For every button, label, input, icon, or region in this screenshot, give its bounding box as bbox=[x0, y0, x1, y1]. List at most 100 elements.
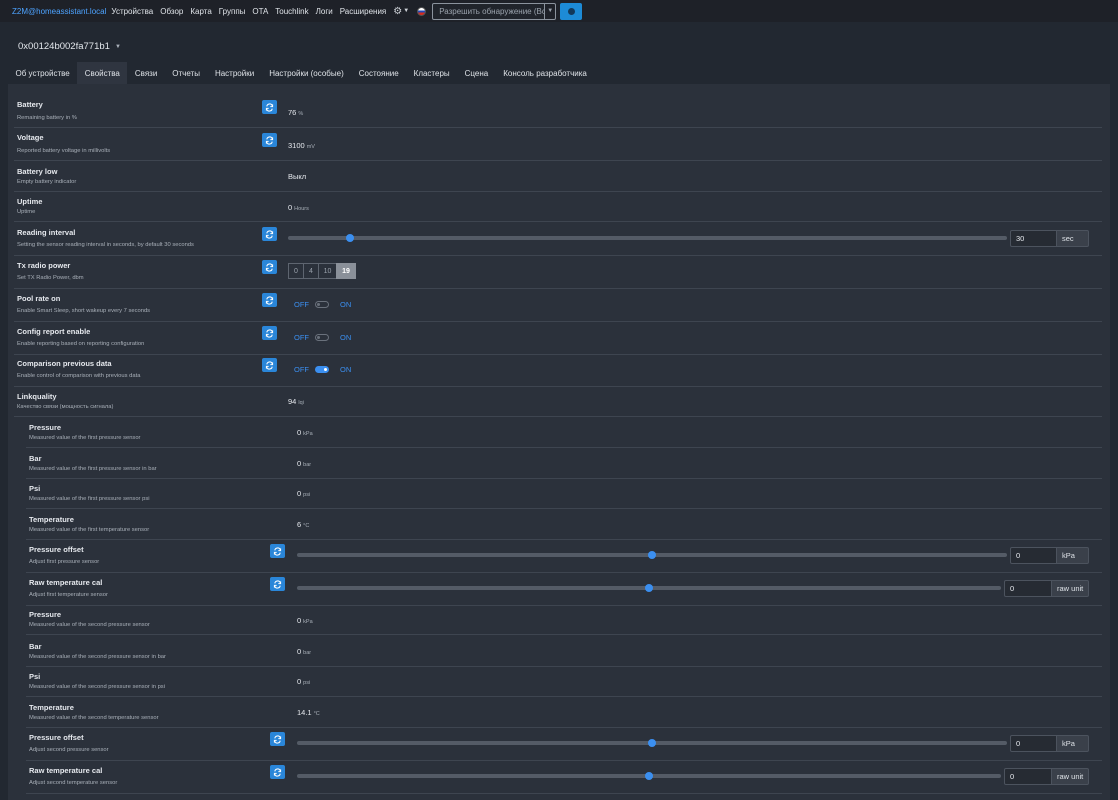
unit-label: sec bbox=[1057, 230, 1089, 247]
tx-power-option[interactable]: 0 bbox=[288, 263, 304, 279]
property-comparison: Comparison previous data Enable control … bbox=[14, 358, 1102, 387]
tx-power-option-selected[interactable]: 19 bbox=[336, 263, 356, 279]
toggle-switch[interactable] bbox=[315, 366, 329, 373]
refresh-button[interactable] bbox=[270, 765, 285, 779]
toggle-on-label[interactable]: ON bbox=[340, 365, 351, 374]
property-pressure-2: Pressure Measured value of the second pr… bbox=[26, 610, 1102, 635]
tab-about[interactable]: Об устройстве bbox=[8, 62, 77, 84]
property-psi-1: Psi Measured value of the first pressure… bbox=[26, 484, 1102, 509]
reading-interval-slider[interactable] bbox=[288, 236, 1007, 240]
property-value: 0 psi bbox=[297, 489, 311, 498]
property-value: Выкл bbox=[288, 172, 307, 181]
nav-logs[interactable]: Логи bbox=[316, 7, 333, 16]
tx-power-option[interactable]: 4 bbox=[303, 263, 319, 279]
toggle-off-label[interactable]: OFF bbox=[294, 300, 309, 309]
permit-join-button[interactable]: Разрешить обнаружение (Все) bbox=[432, 2, 546, 20]
toggle-off-label[interactable]: OFF bbox=[294, 333, 309, 342]
unit-label: raw unit bbox=[1052, 768, 1089, 785]
refresh-button[interactable] bbox=[270, 732, 285, 746]
property-description: Measured value of the first pressure sen… bbox=[29, 435, 141, 441]
tab-scene[interactable]: Сцена bbox=[457, 62, 496, 84]
property-description: Measured value of the second pressure se… bbox=[29, 654, 166, 660]
slider-thumb[interactable] bbox=[648, 551, 656, 559]
property-description: Reported battery voltage in millivolts bbox=[17, 148, 111, 154]
refresh-button[interactable] bbox=[262, 326, 277, 340]
nav-devices[interactable]: Устройства bbox=[111, 7, 153, 16]
property-label: Temperature bbox=[29, 515, 74, 524]
property-description: Remaining battery in % bbox=[17, 115, 77, 121]
toggle-on-label[interactable]: ON bbox=[340, 333, 351, 342]
property-pool-rate-on: Pool rate on Enable Smart Sleep, short w… bbox=[14, 293, 1102, 322]
property-bar-2: Bar Measured value of the second pressur… bbox=[26, 642, 1102, 667]
tab-settings-specific[interactable]: Настройки (особые) bbox=[262, 62, 352, 84]
tab-clusters[interactable]: Кластеры bbox=[406, 62, 457, 84]
refresh-button[interactable] bbox=[270, 577, 285, 591]
tab-exposes[interactable]: Свойства bbox=[77, 62, 128, 84]
property-pressure-1: Pressure Measured value of the first pre… bbox=[26, 423, 1102, 448]
nav-map[interactable]: Карта bbox=[190, 7, 211, 16]
nav-groups[interactable]: Группы bbox=[219, 7, 246, 16]
property-temperature-1: Temperature Measured value of the first … bbox=[26, 515, 1102, 540]
refresh-icon bbox=[265, 135, 274, 145]
nav-dashboard[interactable]: Обзор bbox=[160, 7, 183, 16]
tab-dev-console[interactable]: Консоль разработчика bbox=[496, 62, 595, 84]
device-selector[interactable]: 0x00124b002fa771b1 ▼ bbox=[18, 41, 121, 52]
refresh-icon bbox=[273, 767, 282, 777]
property-value: 14.1 °C bbox=[297, 708, 320, 717]
property-pressure-offset-1: Pressure offset Adjust first pressure se… bbox=[26, 544, 1102, 573]
status-dot-icon bbox=[567, 7, 575, 15]
language-flag-icon[interactable] bbox=[417, 6, 427, 16]
settings-menu[interactable]: ⚙ ▼ bbox=[393, 6, 409, 17]
refresh-button[interactable] bbox=[262, 260, 277, 274]
tab-state[interactable]: Состояние bbox=[351, 62, 406, 84]
refresh-button[interactable] bbox=[262, 293, 277, 307]
property-battery: Battery Remaining battery in % 76% bbox=[14, 100, 1102, 128]
refresh-button[interactable] bbox=[262, 358, 277, 372]
toggle-switch[interactable] bbox=[315, 334, 329, 341]
slider-thumb[interactable] bbox=[645, 584, 653, 592]
comparison-toggle[interactable]: OFF ON bbox=[294, 365, 351, 374]
toggle-switch[interactable] bbox=[315, 301, 329, 308]
brand-link[interactable]: Z2M@homeassistant.local bbox=[12, 7, 106, 16]
refresh-button[interactable] bbox=[270, 544, 285, 558]
raw-temp-cal-input[interactable]: 0 bbox=[1004, 768, 1052, 785]
property-label: Pressure bbox=[29, 610, 62, 619]
slider-thumb[interactable] bbox=[645, 772, 653, 780]
tab-settings[interactable]: Настройки bbox=[207, 62, 261, 84]
toggle-on-label[interactable]: ON bbox=[340, 300, 351, 309]
nav-extensions[interactable]: Расширения bbox=[340, 7, 387, 16]
property-description: Measured value of the second pressure se… bbox=[29, 622, 150, 628]
tab-bind[interactable]: Связи bbox=[127, 62, 164, 84]
tx-power-option[interactable]: 10 bbox=[318, 263, 337, 279]
toggle-off-label[interactable]: OFF bbox=[294, 365, 309, 374]
raw-temp-cal-input[interactable]: 0 bbox=[1004, 580, 1052, 597]
property-battery-low: Battery low Empty battery indicator Выкл bbox=[14, 167, 1102, 192]
property-temperature-2: Temperature Measured value of the second… bbox=[26, 703, 1102, 728]
property-description: Enable reporting based on reporting conf… bbox=[17, 341, 145, 347]
permit-join-status-button[interactable] bbox=[560, 2, 583, 20]
nav-touchlink[interactable]: Touchlink bbox=[275, 7, 308, 16]
nav-ota[interactable]: OTA bbox=[252, 7, 268, 16]
property-label: Pool rate on bbox=[17, 294, 61, 303]
property-description: Measured value of the second pressure se… bbox=[29, 684, 165, 690]
reading-interval-input[interactable]: 30 bbox=[1010, 230, 1057, 247]
permit-join-dropdown[interactable]: ▼ bbox=[545, 2, 557, 20]
pressure-offset-input[interactable]: 0 bbox=[1010, 547, 1057, 564]
property-label: Battery low bbox=[17, 167, 58, 176]
property-description: Measured value of the first pressure sen… bbox=[29, 466, 157, 472]
config-report-toggle[interactable]: OFF ON bbox=[294, 333, 351, 342]
slider-thumb[interactable] bbox=[648, 739, 656, 747]
pressure-offset-input[interactable]: 0 bbox=[1010, 735, 1057, 752]
refresh-icon bbox=[273, 546, 282, 556]
slider-thumb[interactable] bbox=[346, 234, 354, 242]
tab-reporting[interactable]: Отчеты bbox=[165, 62, 208, 84]
permit-join-group: Разрешить обнаружение (Все) ▼ bbox=[432, 2, 557, 20]
property-description: Measured value of the first pressure sen… bbox=[29, 496, 150, 502]
property-value: 94 lqi bbox=[288, 397, 304, 406]
property-uptime: Uptime Uptime 0 Hours bbox=[14, 197, 1102, 222]
refresh-button[interactable] bbox=[262, 100, 277, 114]
refresh-button[interactable] bbox=[262, 227, 277, 241]
property-label: Pressure offset bbox=[29, 545, 84, 554]
refresh-button[interactable] bbox=[262, 133, 277, 147]
pool-rate-toggle[interactable]: OFF ON bbox=[294, 300, 351, 309]
